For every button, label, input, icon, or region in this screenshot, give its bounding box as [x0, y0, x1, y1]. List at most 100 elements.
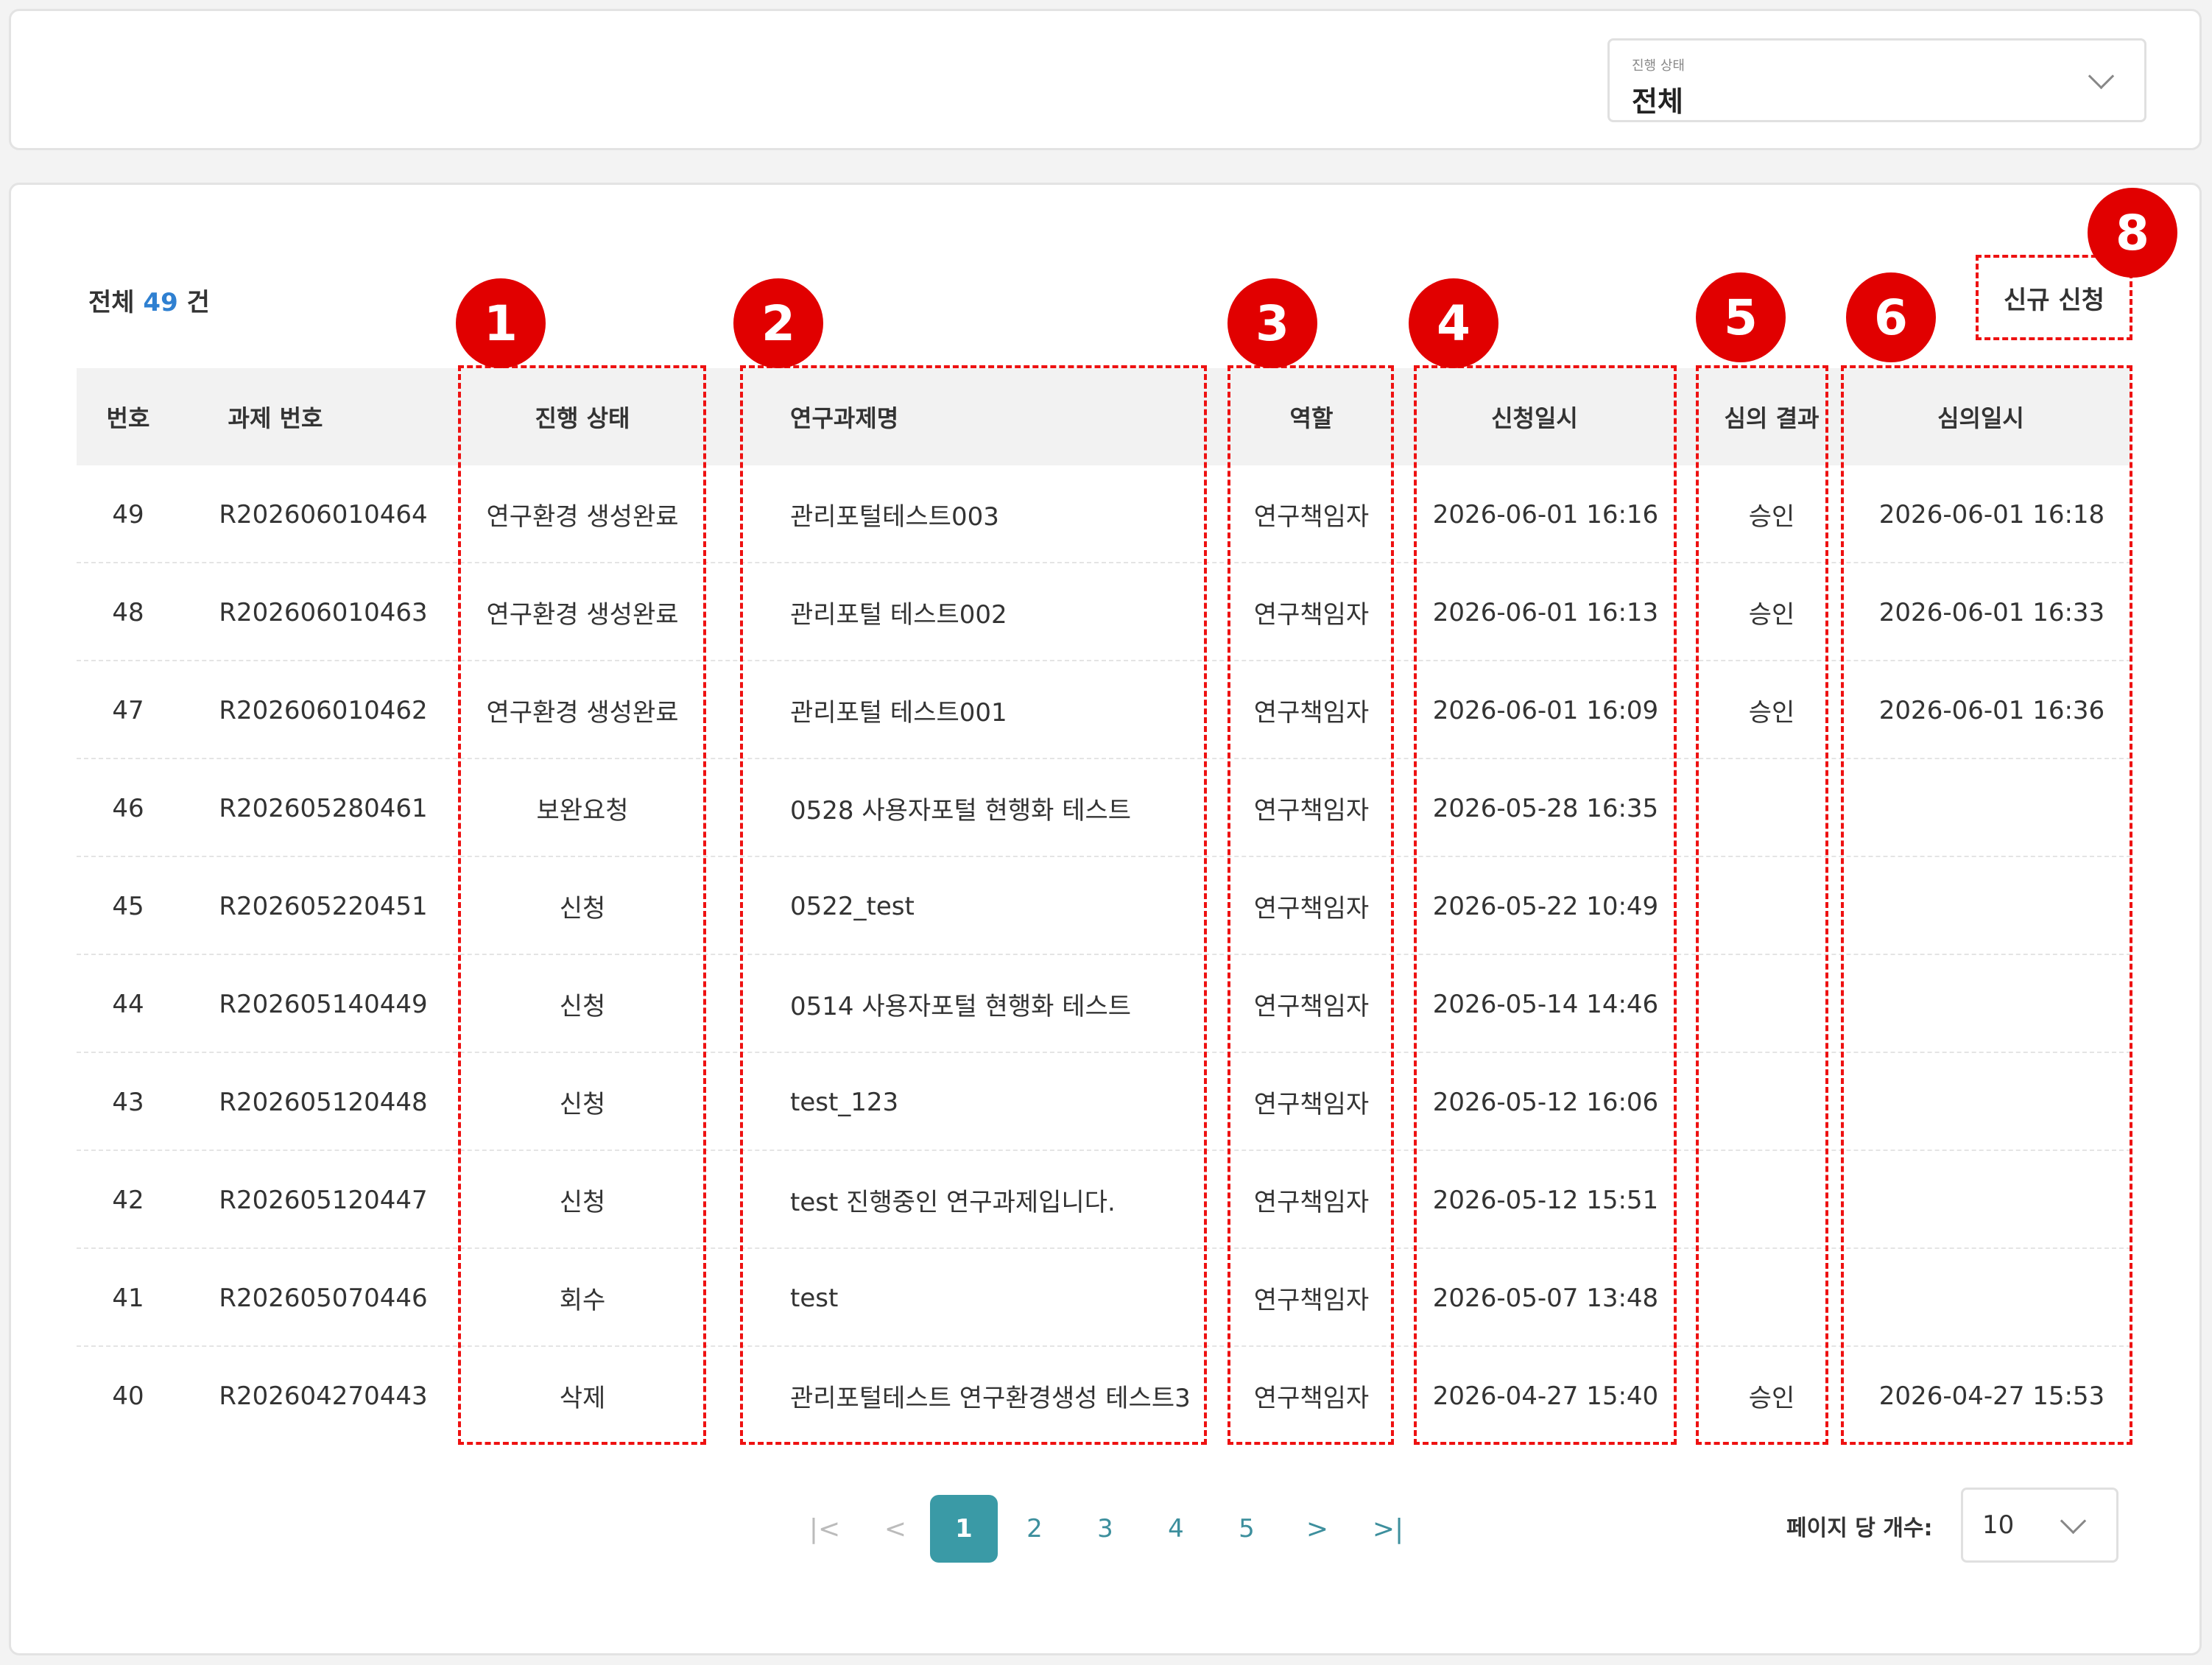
cell-status: 삭제 [559, 1384, 606, 1413]
status-filter-value: 전체 [1632, 85, 1683, 118]
cell-project-no: R202605120447 [219, 1185, 428, 1215]
cell-role: 연구책임자 [1253, 894, 1370, 923]
cell-applied-at: 2026-06-01 16:13 [1432, 597, 1659, 627]
cell-reviewed-at: 2026-06-01 16:18 [1878, 499, 2105, 529]
next-page-icon[interactable]: > [1295, 1495, 1339, 1563]
cell-no: 46 [112, 793, 144, 823]
cell-project-no: R202606010463 [219, 597, 428, 627]
cell-applied-at: 2026-05-14 14:46 [1432, 989, 1659, 1019]
cell-project-no: R202605120448 [219, 1087, 428, 1117]
cell-title[interactable]: 0514 사용자포털 현행화 테스트 [790, 955, 1261, 1053]
cell-reviewed-at [1848, 955, 2135, 1053]
cell-role: 연구책임자 [1253, 698, 1370, 728]
page-button-5[interactable]: 5 [1213, 1495, 1281, 1563]
cell-status: 신청 [559, 1188, 606, 1217]
cell-review-result [1705, 1053, 1838, 1151]
cell-applied-at: 2026-06-01 16:16 [1432, 499, 1659, 529]
prev-page-icon[interactable]: < [873, 1495, 917, 1563]
cell-review-result: 승인 [1748, 502, 1795, 532]
status-filter-label: 진행 상태 [1632, 58, 1685, 74]
cell-title[interactable]: test [790, 1249, 1261, 1347]
cell-title[interactable]: 관리포털테스트003 [790, 465, 1261, 563]
table-row[interactable]: 42 R202605120447 신청 test 진행중인 연구과제입니다. 연… [77, 1151, 2131, 1249]
cell-project-no: R202605070446 [219, 1283, 428, 1313]
cell-role: 연구책임자 [1253, 600, 1370, 630]
cell-title[interactable]: 관리포털테스트 연구환경생성 테스트3 [790, 1347, 1261, 1445]
last-page-icon[interactable]: >| [1366, 1495, 1410, 1563]
cell-review-result [1705, 759, 1838, 857]
cell-no: 43 [112, 1087, 144, 1117]
cell-status: 신청 [559, 894, 606, 923]
table-row[interactable]: 41 R202605070446 회수 test 연구책임자 2026-05-0… [77, 1249, 2131, 1347]
table-row[interactable]: 40 R202604270443 삭제 관리포털테스트 연구환경생성 테스트3 … [77, 1347, 2131, 1445]
cell-no: 44 [112, 989, 144, 1019]
col-header-title: 연구과제명 [790, 404, 899, 432]
cell-reviewed-at [1848, 759, 2135, 857]
cell-status: 연구환경 생성완료 [486, 698, 679, 728]
annotation-badge-3: 3 [1227, 278, 1317, 368]
cell-no: 47 [112, 695, 144, 725]
table-header: 번호 과제 번호 진행 상태 연구과제명 역할 신청일시 심의 결과 심의일시 [77, 368, 2131, 465]
cell-applied-at: 2026-05-22 10:49 [1432, 891, 1659, 921]
cell-title[interactable]: 0522_test [790, 857, 1261, 955]
total-count: 전체 49 건 [88, 282, 210, 318]
cell-role: 연구책임자 [1253, 502, 1370, 532]
cell-review-result [1705, 1249, 1838, 1347]
col-header-applied-at: 신청일시 [1491, 404, 1578, 432]
cell-role: 연구책임자 [1253, 796, 1370, 826]
table-row[interactable]: 44 R202605140449 신청 0514 사용자포털 현행화 테스트 연… [77, 955, 2131, 1053]
cell-role: 연구책임자 [1253, 1384, 1370, 1413]
cell-project-no: R202605220451 [219, 891, 428, 921]
page-button-2[interactable]: 2 [1001, 1495, 1068, 1563]
cell-applied-at: 2026-04-27 15:40 [1432, 1381, 1659, 1411]
per-page-value: 10 [1982, 1510, 2015, 1540]
cell-no: 49 [112, 499, 144, 529]
cell-reviewed-at [1848, 1151, 2135, 1249]
cell-title[interactable]: 0528 사용자포털 현행화 테스트 [790, 759, 1261, 857]
cell-status: 신청 [559, 992, 606, 1021]
page-button-3[interactable]: 3 [1071, 1495, 1139, 1563]
total-number: 49 [143, 288, 178, 317]
col-header-project-no: 과제 번호 [228, 404, 323, 432]
cell-applied-at: 2026-05-07 13:48 [1432, 1283, 1659, 1313]
cell-applied-at: 2026-05-28 16:35 [1432, 793, 1659, 823]
chevron-down-icon [2088, 63, 2115, 90]
cell-no: 40 [112, 1381, 144, 1411]
cell-role: 연구책임자 [1253, 992, 1370, 1021]
cell-no: 45 [112, 891, 144, 921]
first-page-icon[interactable]: |< [803, 1495, 847, 1563]
cell-applied-at: 2026-05-12 15:51 [1432, 1185, 1659, 1215]
table-row[interactable]: 43 R202605120448 신청 test_123 연구책임자 2026-… [77, 1053, 2131, 1151]
per-page-label: 페이지 당 개수: [1786, 1516, 1933, 1541]
cell-title[interactable]: 관리포털 테스트002 [790, 563, 1261, 661]
cell-no: 42 [112, 1185, 144, 1215]
cell-project-no: R202606010462 [219, 695, 428, 725]
table-row[interactable]: 46 R202605280461 보완요청 0528 사용자포털 현행화 테스트… [77, 759, 2131, 857]
page-button-1[interactable]: 1 [930, 1495, 998, 1563]
table-row[interactable]: 45 R202605220451 신청 0522_test 연구책임자 2026… [77, 857, 2131, 955]
per-page-select[interactable]: 10 [1961, 1488, 2118, 1563]
cell-role: 연구책임자 [1253, 1188, 1370, 1217]
table-row[interactable]: 49 R202606010464 연구환경 생성완료 관리포털테스트003 연구… [77, 465, 2131, 563]
cell-review-result [1705, 955, 1838, 1053]
table-row[interactable]: 47 R202606010462 연구환경 생성완료 관리포털 테스트001 연… [77, 661, 2131, 759]
total-prefix: 전체 [88, 288, 135, 317]
status-filter-select[interactable]: 진행 상태 전체 [1607, 38, 2146, 122]
cell-title[interactable]: 관리포털 테스트001 [790, 661, 1261, 759]
page-button-4[interactable]: 4 [1142, 1495, 1210, 1563]
annotation-badge-4: 4 [1409, 278, 1498, 368]
annotation-badge-8: 8 [2088, 188, 2177, 278]
table-row[interactable]: 48 R202606010463 연구환경 생성완료 관리포털 테스트002 연… [77, 563, 2131, 661]
cell-no: 41 [112, 1283, 144, 1313]
col-header-role: 역할 [1289, 404, 1334, 432]
cell-project-no: R202606010464 [219, 499, 428, 529]
col-header-reviewed-at: 심의일시 [1937, 404, 2024, 432]
cell-title[interactable]: test_123 [790, 1053, 1261, 1151]
cell-applied-at: 2026-06-01 16:09 [1432, 695, 1659, 725]
annotation-badge-2: 2 [733, 278, 823, 368]
col-header-review-result: 심의 결과 [1724, 404, 1820, 432]
cell-role: 연구책임자 [1253, 1286, 1370, 1315]
cell-role: 연구책임자 [1253, 1090, 1370, 1119]
chevron-down-icon [2060, 1507, 2087, 1535]
cell-title[interactable]: test 진행중인 연구과제입니다. [790, 1151, 1261, 1249]
